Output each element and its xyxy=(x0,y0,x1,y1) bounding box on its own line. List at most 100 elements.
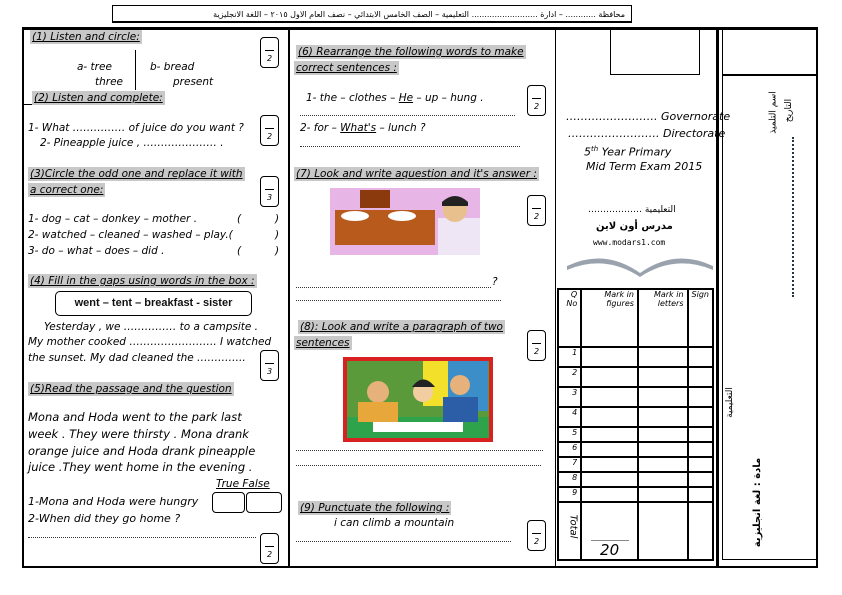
student-info-panel: اسم التلميذ التاريخ التعليمية مادة : لغة… xyxy=(722,75,818,560)
q9-sentence: i can climb a mountain xyxy=(334,517,455,529)
passage-line: orange juice and Hoda drank pineapple xyxy=(28,444,256,458)
passage-line: juice .They went home in the evening . xyxy=(28,460,253,474)
mark-cell[interactable] xyxy=(636,366,689,388)
sign-cell[interactable] xyxy=(686,486,715,503)
q3-title: (3)Circle the odd one and replace it wit… xyxy=(28,167,245,181)
text: – lunch ? xyxy=(376,122,426,134)
family-meal-picture xyxy=(343,357,493,442)
header-text: محافظة ............ – ادارة ............… xyxy=(213,10,625,19)
q-number: 5 xyxy=(556,426,583,443)
answer-line xyxy=(296,541,511,542)
score-box: 2 xyxy=(260,37,279,68)
passage-line: week . They were thirsty . Mona drank xyxy=(28,427,249,441)
q1-option: b- bread xyxy=(150,61,195,73)
q-number: 7 xyxy=(556,456,583,473)
mark-cell[interactable] xyxy=(580,386,639,408)
sign-cell[interactable] xyxy=(686,471,715,488)
answer-line xyxy=(296,450,543,451)
total-label-cell: Total xyxy=(556,501,583,561)
mark-cell[interactable] xyxy=(636,426,689,443)
mark-cell[interactable] xyxy=(580,471,639,488)
score-box: 3 xyxy=(260,176,279,207)
book-logo-icon xyxy=(567,258,713,277)
score-box: 2 xyxy=(260,533,279,564)
edu-line: التعليمية ……………… xyxy=(588,205,676,215)
sign-cell[interactable] xyxy=(686,386,715,408)
q9-title: (9) Punctuate the following : xyxy=(298,501,452,515)
exam-title: Mid Term Exam 2015 xyxy=(586,160,703,173)
true-box[interactable] xyxy=(212,492,245,513)
paren: ( xyxy=(237,245,242,257)
true-false-label: True False xyxy=(216,478,270,490)
q5-title: (5)Read the passage and the question xyxy=(28,382,234,396)
mark-cell[interactable] xyxy=(636,386,689,408)
score-box: 2 xyxy=(527,85,546,116)
mark-cell[interactable] xyxy=(580,441,639,458)
q6-line2: 2- for – What's – lunch ? xyxy=(300,122,426,135)
answer-line xyxy=(300,146,520,147)
col-header: Sign xyxy=(686,288,715,348)
q4-line: the sunset. My dad cleaned the ………….. xyxy=(28,352,246,364)
q-number: 3 xyxy=(556,386,583,408)
sign-cell[interactable] xyxy=(686,366,715,388)
mark-cell[interactable] xyxy=(636,471,689,488)
dotted-line xyxy=(792,137,794,297)
q2-line: 2- Pineapple juice , ………………… . xyxy=(40,137,224,149)
q5-statement: 1-Mona and Hoda were hungry xyxy=(28,495,199,508)
q1-title: (1) Listen and circle: xyxy=(30,30,142,44)
subject-label: مادة : لغة انجليزية xyxy=(752,457,764,548)
text: – up – hung . xyxy=(413,92,484,104)
sign-cell[interactable] xyxy=(686,426,715,443)
date-label: التاريخ xyxy=(784,98,795,123)
dining-table-picture xyxy=(330,188,480,255)
q-number: 8 xyxy=(556,471,583,488)
sign-cell[interactable] xyxy=(686,346,715,368)
mark-cell[interactable] xyxy=(636,486,689,503)
mark-cell[interactable] xyxy=(636,346,689,368)
answer-line xyxy=(28,537,256,538)
mark-cell[interactable] xyxy=(580,426,639,443)
edu-label: التعليمية xyxy=(724,387,735,418)
false-box[interactable] xyxy=(246,492,282,513)
sign-cell[interactable] xyxy=(686,456,715,473)
q5-question: 2-When did they go home ? xyxy=(28,512,181,525)
sign-cell[interactable] xyxy=(686,441,715,458)
sign-cell[interactable] xyxy=(686,501,715,561)
col-header: Q No xyxy=(556,288,583,348)
mark-cell[interactable] xyxy=(580,406,639,428)
answer-line xyxy=(296,300,501,301)
text: Year Primary xyxy=(598,145,672,159)
question-mark: ? xyxy=(492,276,498,288)
q2-line: 1- What …………… of juice do you want ? xyxy=(28,122,244,134)
col-header: Mark in letters xyxy=(636,288,689,348)
marks-table: Q No Mark in figures Mark in letters Sign 1… xyxy=(556,288,715,561)
answer-line xyxy=(296,287,491,288)
mark-cell[interactable] xyxy=(636,501,689,561)
text: 5 xyxy=(584,145,591,159)
governorate-line: ……………………. Governorate xyxy=(566,110,731,123)
q6-title: correct sentences : xyxy=(294,61,399,75)
q3-line: 3- do – what – does – did . xyxy=(28,245,165,257)
q4-line: Yesterday , we …………… to a campsite . xyxy=(44,321,259,333)
sign-cell[interactable] xyxy=(686,406,715,428)
answer-line xyxy=(300,115,515,116)
q8-title: sentences xyxy=(294,336,352,350)
total-label: Total xyxy=(567,514,579,539)
score-box: 3 xyxy=(260,350,279,381)
mark-cell[interactable] xyxy=(580,486,639,503)
q8-title: (8): Look and write a paragraph of two xyxy=(298,320,505,334)
q6-title: (6) Rearrange the following words to mak… xyxy=(296,45,526,59)
mark-cell[interactable] xyxy=(580,456,639,473)
q3-line: 2- watched – cleaned – washed – play.( xyxy=(28,229,233,241)
score-box: 2 xyxy=(527,195,546,226)
q6-line1: 1- the – clothes – He – up – hung . xyxy=(306,92,484,105)
text: 2- for – xyxy=(300,122,341,134)
year-line: 5th Year Primary xyxy=(584,143,671,159)
mark-cell[interactable] xyxy=(580,366,639,388)
logo-text: مدرس أون لاين xyxy=(596,221,673,232)
mark-cell[interactable] xyxy=(636,456,689,473)
mark-cell[interactable] xyxy=(636,441,689,458)
mark-cell[interactable] xyxy=(580,346,639,368)
mark-cell[interactable] xyxy=(636,406,689,428)
q4-line: My mother cooked ……………………. I watched xyxy=(28,336,272,348)
